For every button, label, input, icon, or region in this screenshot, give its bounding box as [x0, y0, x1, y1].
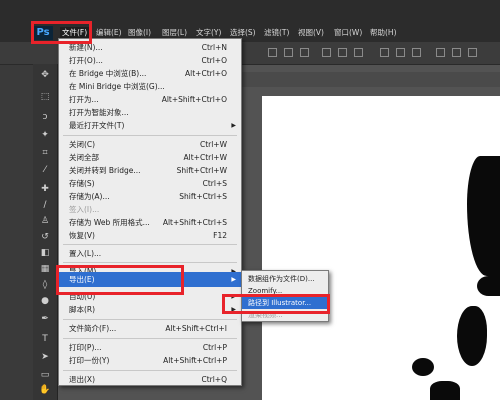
menu-item-open-as[interactable]: 打开为... Alt+Shift+Ctrl+O [59, 93, 241, 106]
history-brush-tool-icon[interactable]: ↺ [39, 232, 51, 243]
menu-separator [63, 244, 237, 245]
document-canvas[interactable] [262, 96, 500, 400]
export-submenu: 数据组作为文件(D)... Zoomify... 路径到 Illustrator… [241, 270, 329, 322]
menu-item-browse-mini-bridge[interactable]: 在 Mini Bridge 中浏览(G)... [59, 80, 241, 93]
align-right-icon[interactable] [354, 48, 363, 57]
menu-separator [63, 338, 237, 339]
align-middle-icon[interactable] [284, 48, 293, 57]
lasso-tool-icon[interactable]: ↄ [39, 112, 51, 123]
menu-item-scripts[interactable]: 脚本(R) ▶ [59, 303, 241, 316]
clone-stamp-tool-icon[interactable]: ♙ [39, 216, 51, 227]
dodge-tool-icon[interactable]: ● [39, 296, 51, 307]
submenu-arrow-icon: ▶ [231, 276, 236, 283]
menu-item-place[interactable]: 置入(L)... [59, 247, 241, 260]
document-tab-bar [240, 72, 500, 87]
crop-tool-icon[interactable]: ⌗ [39, 148, 51, 159]
healing-brush-tool-icon[interactable]: ✚ [39, 184, 51, 195]
menu-item-export[interactable]: 导出(E) ▶ [59, 272, 241, 287]
menu-item-check-in: 签入(I)... [69, 205, 100, 214]
menu-separator [63, 135, 237, 136]
submenu-arrow-icon: ▶ [231, 293, 236, 300]
menu-item-open[interactable]: 打开(O)... Ctrl+O [59, 54, 241, 67]
align-bottom-icon[interactable] [300, 48, 309, 57]
menu-item-new[interactable]: 新建(N)... Ctrl+N [59, 41, 241, 54]
menu-item-print[interactable]: 打印(P)... Ctrl+P [59, 341, 241, 354]
menu-item-save-for-web[interactable]: 存储为 Web 所用格式... Alt+Shift+Ctrl+S [59, 216, 241, 229]
ink-shape [430, 381, 460, 400]
magic-wand-tool-icon[interactable]: ✦ [39, 130, 51, 141]
ink-shape [412, 358, 434, 376]
menu-view[interactable]: 视图(V) [296, 27, 326, 39]
marquee-tool-icon[interactable]: ⬚ [39, 92, 51, 103]
align-left-icon[interactable] [322, 48, 331, 57]
distribute-left-icon[interactable] [436, 48, 445, 57]
file-menu-dropdown: 新建(N)... Ctrl+N 打开(O)... Ctrl+O 在 Bridge 中… [58, 38, 242, 386]
menu-item-open-smart-object[interactable]: 打开为智能对象... [59, 106, 241, 119]
pen-tool-icon[interactable]: ✒ [39, 314, 51, 325]
menu-bar: Ps 文件(F) 编辑(E) 图像(I) 图层(L) 文字(Y) 选择(S) 滤… [0, 0, 500, 43]
photoshop-logo: Ps [33, 26, 53, 40]
brush-tool-icon[interactable]: ∕ [39, 200, 51, 211]
menu-item-close-to-bridge[interactable]: 关闭并转到 Bridge... Shift+Ctrl+W [59, 164, 241, 177]
submenu-arrow-icon: ▶ [231, 306, 236, 313]
menu-separator [63, 262, 237, 263]
distribute-top-icon[interactable] [380, 48, 389, 57]
menu-item-file-info[interactable]: 文件简介(F)... Alt+Shift+Ctrl+I [59, 322, 241, 335]
align-top-icon[interactable] [268, 48, 277, 57]
shape-tool-icon[interactable]: ▭ [39, 370, 51, 381]
menu-item-close-all[interactable]: 关闭全部 Alt+Ctrl+W [59, 151, 241, 164]
menu-item-browse-bridge[interactable]: 在 Bridge 中浏览(B)... Alt+Ctrl+O [59, 67, 241, 80]
menu-item-exit[interactable]: 退出(X) Ctrl+Q [59, 373, 241, 386]
align-center-icon[interactable] [338, 48, 347, 57]
ink-shape [457, 306, 487, 366]
distribute-middle-icon[interactable] [396, 48, 405, 57]
eyedropper-tool-icon[interactable]: ⁄ [39, 165, 51, 176]
eraser-tool-icon[interactable]: ◧ [39, 248, 51, 259]
menu-item-save-as[interactable]: 存储为(A)... Shift+Ctrl+S [59, 190, 241, 203]
menu-item-close[interactable]: 关闭(C) Ctrl+W [59, 138, 241, 151]
submenu-item-paths-to-illustrator[interactable]: 路径到 Illustrator... [242, 297, 328, 309]
menu-help[interactable]: 帮助(H) [368, 27, 399, 39]
gradient-tool-icon[interactable]: ▦ [39, 264, 51, 275]
move-tool-icon[interactable]: ✥ [39, 70, 51, 81]
distribute-center-icon[interactable] [452, 48, 461, 57]
menu-separator [63, 370, 237, 371]
submenu-item-data-sets-as-files[interactable]: 数据组作为文件(D)... [242, 273, 328, 285]
distribute-bottom-icon[interactable] [412, 48, 421, 57]
menu-item-save[interactable]: 存储(S) Ctrl+S [59, 177, 241, 190]
type-tool-icon[interactable]: T [39, 334, 51, 345]
blur-tool-icon[interactable]: ◊ [39, 280, 51, 291]
menu-separator [63, 319, 237, 320]
submenu-item-zoomify[interactable]: Zoomify... [242, 285, 328, 297]
distribute-right-icon[interactable] [468, 48, 477, 57]
menu-item-automate[interactable]: 自动(U) ▶ [59, 290, 241, 303]
hand-tool-icon[interactable]: ✋ [39, 385, 51, 396]
menu-window[interactable]: 窗口(W) [332, 27, 364, 39]
menu-item-revert[interactable]: 恢复(V) F12 [59, 229, 241, 242]
submenu-item-render-video: 渲染视频... [248, 311, 283, 319]
path-selection-tool-icon[interactable]: ➤ [39, 352, 51, 363]
ink-shape [467, 156, 500, 276]
menu-filter[interactable]: 滤镜(T) [262, 27, 291, 39]
submenu-arrow-icon: ▶ [231, 122, 236, 129]
ink-shape [477, 276, 500, 296]
menu-item-print-one-copy[interactable]: 打印一份(Y) Alt+Shift+Ctrl+P [59, 354, 241, 367]
menu-item-recent-files[interactable]: 最近打开文件(T) ▶ [59, 119, 241, 132]
